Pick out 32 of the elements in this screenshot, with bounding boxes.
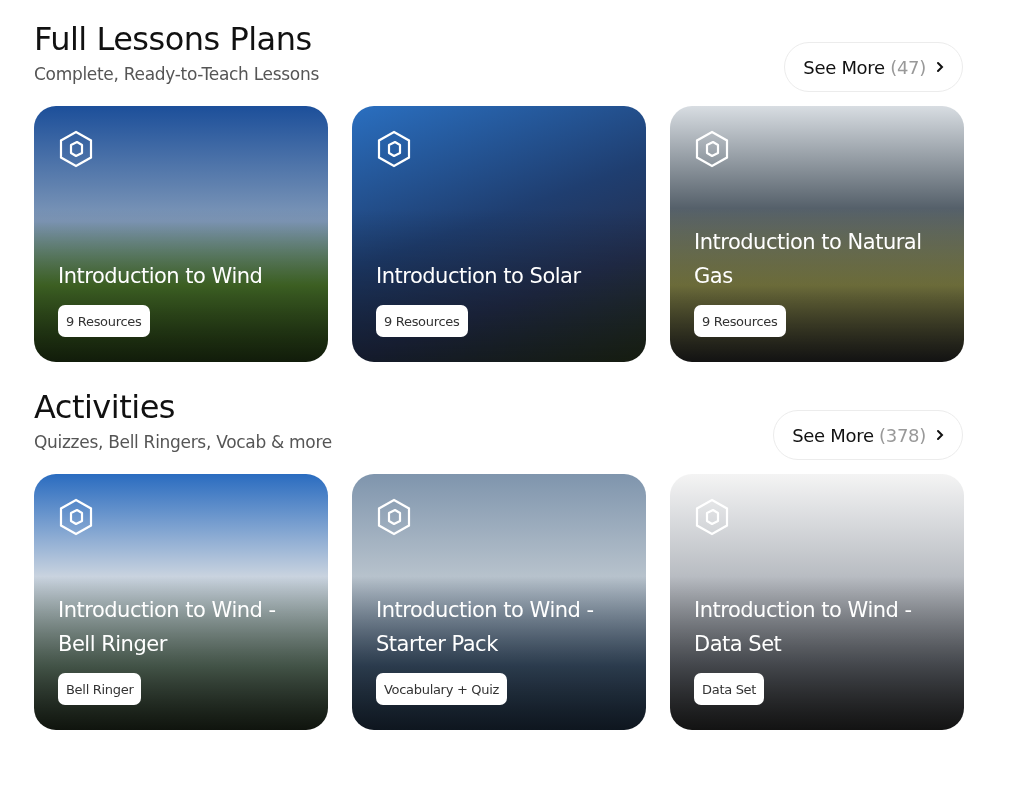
hexagon-logo-icon: [376, 130, 412, 168]
lesson-card[interactable]: Introduction to Natural Gas 9 Resources: [670, 106, 964, 362]
hexagon-logo-icon: [58, 130, 94, 168]
card-title: Introduction to Wind - Starter Pack: [376, 597, 595, 658]
card-title: Introduction to Wind - Bell Ringer: [58, 597, 277, 658]
card-title: Introduction to Solar: [376, 263, 582, 290]
lesson-card[interactable]: Introduction to Wind 9 Resources: [34, 106, 328, 362]
hexagon-logo-icon: [58, 498, 94, 536]
section-title: Full Lessons Plans: [34, 20, 313, 58]
lesson-card[interactable]: Introduction to Wind - Data Set Data Set: [670, 474, 964, 730]
card-title: Introduction to Wind: [58, 263, 264, 290]
resource-tag: Bell Ringer: [58, 673, 142, 705]
hexagon-logo-icon: [694, 130, 730, 168]
resource-tag: Vocabulary + Quiz: [376, 673, 508, 705]
see-more-button[interactable]: See More (47): [784, 42, 963, 92]
card-title: Introduction to Wind - Data Set: [694, 597, 913, 658]
lesson-card[interactable]: Introduction to Solar 9 Resources: [352, 106, 646, 362]
hexagon-logo-icon: [376, 498, 412, 536]
hexagon-logo-icon: [694, 498, 730, 536]
card-title: Introduction to Natural Gas: [694, 229, 923, 290]
chevron-right-icon: [936, 61, 944, 73]
lesson-card[interactable]: Introduction to Wind - Bell Ringer Bell Ringer: [34, 474, 328, 730]
section-title: Activities: [34, 388, 176, 426]
section-subtitle: Complete, Ready-to-Teach Lessons: [34, 64, 319, 84]
lesson-card[interactable]: Introduction to Wind - Starter Pack Vocabulary + Quiz: [352, 474, 646, 730]
section-subtitle: Quizzes, Bell Ringers, Vocab & more: [34, 432, 332, 452]
resource-tag: Data Set: [694, 673, 765, 705]
resource-tag: 9 Resources: [58, 305, 150, 337]
chevron-right-icon: [936, 429, 944, 441]
see-more-button[interactable]: See More (378): [773, 410, 963, 460]
resource-tag: 9 Resources: [376, 305, 468, 337]
resource-tag: 9 Resources: [694, 305, 786, 337]
